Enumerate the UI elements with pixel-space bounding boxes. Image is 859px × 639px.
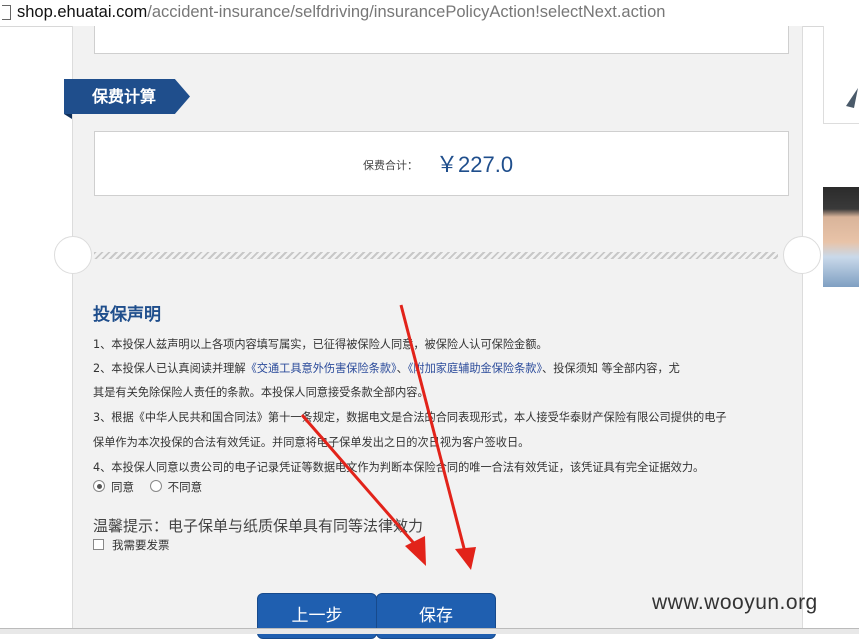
declaration-title: 投保声明 bbox=[93, 305, 161, 325]
address-bar[interactable]: shop.ehuatai.com/accident-insurance/self… bbox=[0, 0, 859, 27]
declaration-line-2-cont: 其是有关免除保险人责任的条款。本投保人同意接受条款全部内容。 bbox=[93, 386, 429, 399]
declaration-line-4: 4、本投保人同意以贵公司的电子记录凭证等数据电文作为判断本保险合同的唯一合法有效… bbox=[93, 461, 705, 474]
url-path: /accident-insurance/selfdriving/insuranc… bbox=[147, 3, 666, 21]
invoice-label: 我需要发票 bbox=[112, 538, 170, 552]
url-host: shop.ehuatai.com bbox=[17, 3, 148, 21]
premium-total-value: ￥227.0 bbox=[436, 152, 514, 177]
agree-radio[interactable] bbox=[93, 480, 105, 492]
declaration-line-3: 3、根据《中华人民共和国合同法》第十一条规定，数据电文是合法的合同表现形式，本人… bbox=[93, 411, 727, 424]
perforation-divider bbox=[94, 252, 778, 259]
watermark: www.wooyun.org bbox=[652, 591, 818, 614]
banner-fold bbox=[64, 114, 72, 119]
disagree-radio[interactable] bbox=[149, 480, 162, 492]
left-notch bbox=[54, 236, 92, 274]
declaration-line-2-prefix: 2、本投保人已认真阅读并理解 bbox=[93, 362, 246, 375]
declaration-line-1: 1、本投保人兹声明以上各项内容填写属实，已征得被保险人同意，被保险人认可保险金额… bbox=[93, 338, 548, 351]
side-panel-top bbox=[823, 26, 859, 124]
traffic-accident-clause-link[interactable]: 《交通工具意外伤害保险条款》 bbox=[246, 362, 397, 375]
agreement-radio-group: 同意 不同意 bbox=[93, 479, 214, 495]
form-card bbox=[72, 26, 803, 633]
side-photo bbox=[823, 187, 859, 287]
browser-status-bar bbox=[0, 628, 859, 634]
premium-total-label: 保费合计： bbox=[363, 159, 418, 172]
link-separator: 、 bbox=[396, 362, 408, 375]
right-notch bbox=[783, 236, 821, 274]
previous-section-box bbox=[94, 26, 789, 54]
agree-label: 同意 bbox=[111, 480, 134, 494]
warm-tip: 温馨提示：电子保单与纸质保单具有同等法律效力 bbox=[93, 517, 424, 535]
declaration-line-2: 2、本投保人已认真阅读并理解《交通工具意外伤害保险条款》、《附加家庭辅助金保险条… bbox=[93, 361, 783, 376]
disagree-label: 不同意 bbox=[167, 480, 203, 494]
side-logo-icon bbox=[846, 88, 858, 108]
declaration-line-3-cont: 保单作为本次投保的合法有效凭证。并同意将电子保单发出之日的次日视为客户签收日。 bbox=[93, 436, 530, 449]
url-text[interactable]: shop.ehuatai.com/accident-insurance/self… bbox=[17, 0, 665, 25]
premium-section-title: 保费计算 bbox=[64, 79, 190, 114]
declaration-line-2-suffix: 、投保须知 等全部内容，尤 bbox=[542, 362, 680, 375]
invoice-option: 我需要发票 bbox=[93, 537, 170, 553]
invoice-checkbox[interactable] bbox=[93, 539, 104, 550]
page-icon bbox=[2, 5, 11, 20]
family-aid-clause-link[interactable]: 《附加家庭辅助金保险条款》 bbox=[408, 362, 542, 375]
